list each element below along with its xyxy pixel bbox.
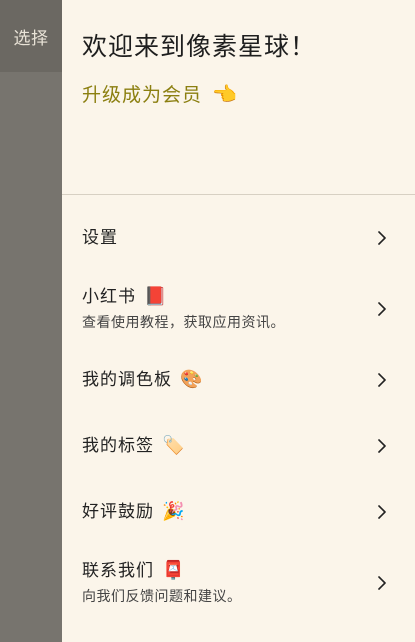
menu-item-rating[interactable]: 好评鼓励 🎉 [62,479,415,545]
mailbox-icon: 📮 [162,560,186,581]
menu-item-content: 小红书 📕 查看使用教程，获取应用资讯。 [82,286,373,332]
chevron-right-icon [373,503,391,521]
upgrade-link[interactable]: 升级成为会员 👈 [82,80,395,107]
menu-item-tags[interactable]: 我的标签 🏷️ [62,413,415,479]
pointing-hand-icon: 👈 [212,81,238,106]
menu-item-content: 我的调色板 🎨 [82,369,373,391]
app-root: 选择 欢迎来到像素星球！ 升级成为会员 👈 设置 小红书 📕 查看使用教程，获取… [0,0,415,642]
menu-item-title: 设置 [82,227,373,249]
menu-item-settings[interactable]: 设置 [62,205,415,271]
chevron-right-icon [373,371,391,389]
chevron-right-icon [373,300,391,318]
menu-item-title: 我的标签 🏷️ [82,435,373,457]
menu-item-subtitle: 查看使用教程，获取应用资讯。 [82,315,285,331]
book-icon: 📕 [144,286,168,307]
menu-item-xiaohongshu[interactable]: 小红书 📕 查看使用教程，获取应用资讯。 [62,271,415,347]
menu-spacer [62,195,415,205]
menu-item-palette[interactable]: 我的调色板 🎨 [62,347,415,413]
tag-icon: 🏷️ [162,435,186,456]
menu-item-subtitle: 向我们反馈问题和建议。 [82,589,242,605]
party-icon: 🎉 [162,501,186,522]
menu-item-label: 联系我们 [82,561,154,581]
menu-item-content: 联系我们 📮 向我们反馈问题和建议。 [82,560,373,606]
menu-item-title: 联系我们 📮 [82,560,373,582]
chevron-right-icon [373,574,391,592]
select-tab-label: 选择 [13,28,49,49]
chevron-right-icon [373,229,391,247]
chevron-right-icon [373,437,391,455]
menu-item-content: 我的标签 🏷️ [82,435,373,457]
menu-item-title: 我的调色板 🎨 [82,369,373,391]
menu-item-label: 设置 [82,228,118,248]
drawer-menu: 设置 小红书 📕 查看使用教程，获取应用资讯。 我的调色板 🎨 我的标签 🏷️ … [62,195,415,621]
menu-item-title: 好评鼓励 🎉 [82,501,373,523]
palette-icon: 🎨 [180,369,204,390]
select-tab[interactable]: 选择 [0,0,62,72]
background-strip [0,0,62,642]
menu-item-content: 好评鼓励 🎉 [82,501,373,523]
menu-item-label: 我的标签 [82,436,154,456]
menu-item-label: 好评鼓励 [82,502,154,522]
menu-item-label: 小红书 [82,287,136,307]
upgrade-label: 升级成为会员 [82,84,203,106]
drawer-header: 欢迎来到像素星球！ 升级成为会员 👈 [62,0,415,195]
welcome-title: 欢迎来到像素星球！ [82,32,317,61]
menu-item-content: 设置 [82,227,373,249]
menu-item-label: 我的调色板 [82,370,172,390]
menu-item-contact[interactable]: 联系我们 📮 向我们反馈问题和建议。 [62,545,415,621]
drawer-panel: 欢迎来到像素星球！ 升级成为会员 👈 设置 小红书 📕 查看使用教程，获取应用资… [62,0,415,642]
menu-item-title: 小红书 📕 [82,286,373,308]
